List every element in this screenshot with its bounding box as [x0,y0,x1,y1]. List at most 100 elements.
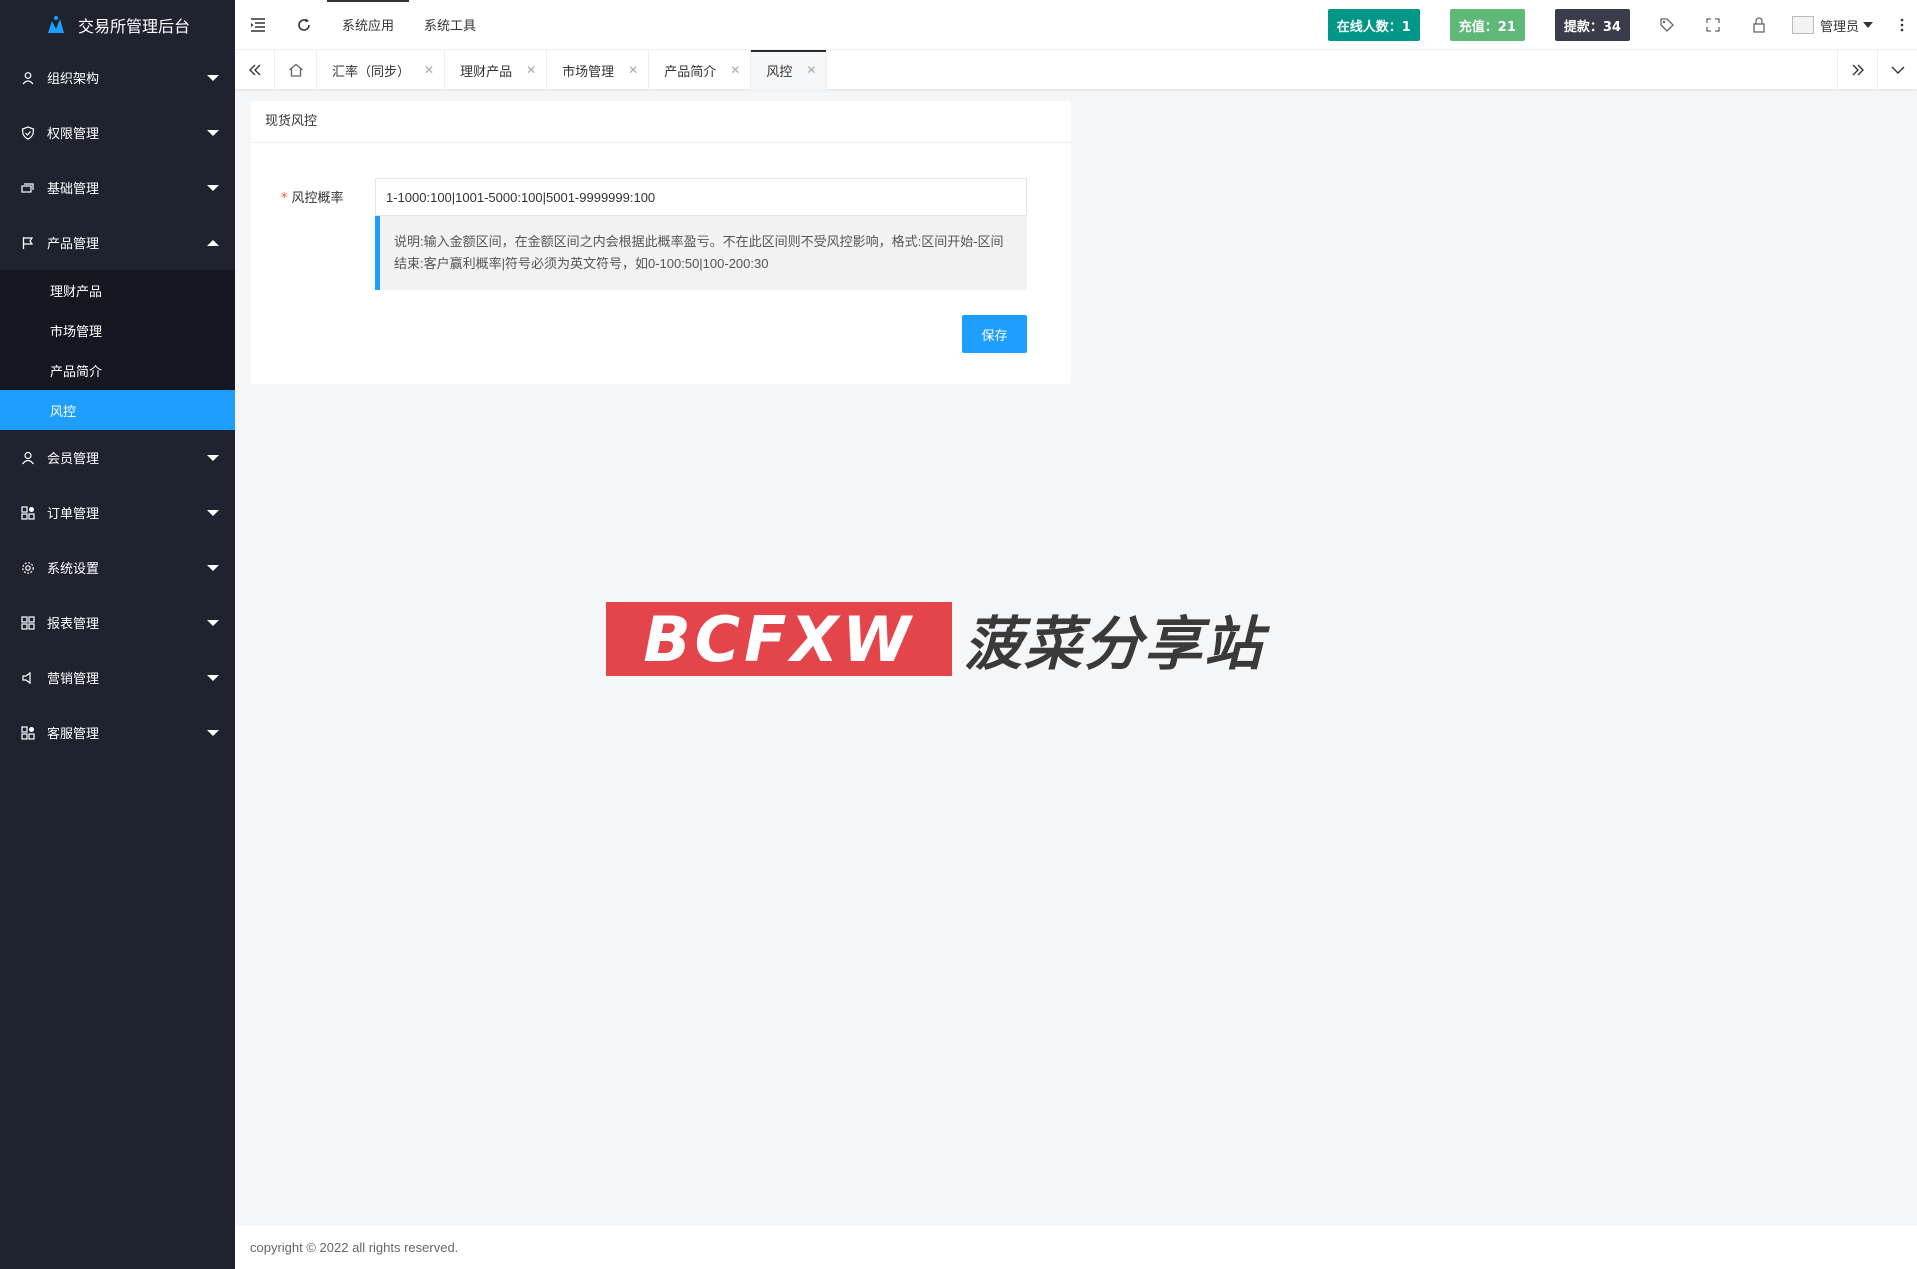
sidebar: 交易所管理后台 组织架构 权限管理 基础管理 产品管理 理财产品 市场管理 产品… [0,0,235,1269]
caret-down-icon [1863,22,1873,28]
field-tip: 说明:输入金额区间，在金额区间之内会根据此概率盈亏。不在此区间则不受风控影响，格… [375,216,1027,290]
chevron-down-icon [207,130,219,136]
sidebar-item-service[interactable]: 客服管理 [0,705,235,760]
tab-market[interactable]: 市场管理 ✕ [547,50,650,90]
risk-control-card: 现货风控 *风控概率 说明:输入金额区间，在金额区间之内会根据此概率盈亏。不在此… [251,101,1071,384]
field-label-text: 风控概率 [291,191,344,206]
tab-label: 汇率（同步） [332,64,411,80]
sidebar-item-label: 系统设置 [47,562,100,577]
chevron-down-icon [207,510,219,516]
recharge-badge[interactable]: 充值：21 [1449,9,1525,41]
tag-icon[interactable] [1644,0,1690,50]
online-count-badge[interactable]: 在线人数：1 [1327,9,1420,41]
tab-finance-product[interactable]: 理财产品 ✕ [445,50,548,90]
speaker-icon [20,670,36,686]
tab-bar: 汇率（同步） ✕ 理财产品 ✕ 市场管理 ✕ 产品简介 ✕ 风控 ✕ [235,50,1917,90]
grid-icon [20,615,36,631]
close-icon[interactable]: ✕ [424,63,434,77]
nav-system-tools[interactable]: 系统工具 [409,0,491,50]
sidebar-item-label: 基础管理 [47,182,100,197]
chevron-down-icon [207,730,219,736]
subitem-label: 理财产品 [50,284,103,300]
subitem-label: 风控 [50,404,77,420]
copyright-text: copyright © 2022 all rights reserved. [250,1240,459,1255]
sidebar-subitem-intro[interactable]: 产品简介 [0,350,235,390]
nav-system-apps[interactable]: 系统应用 [327,0,410,50]
tab-label: 风控 [766,64,793,80]
close-icon[interactable]: ✕ [806,63,816,77]
close-icon[interactable]: ✕ [526,63,536,77]
save-button[interactable]: 保存 [962,315,1027,353]
sidebar-item-org[interactable]: 组织架构 [0,50,235,105]
tabs-scroll-left-icon[interactable] [235,50,275,90]
sidebar-item-product[interactable]: 产品管理 [0,215,235,270]
user-group-icon [20,70,36,86]
tab-risk-control[interactable]: 风控 ✕ [751,50,828,90]
menu-toggle-icon[interactable] [235,0,281,50]
risk-probability-input[interactable] [375,178,1027,216]
chevron-down-icon [207,620,219,626]
sidebar-item-basic[interactable]: 基础管理 [0,160,235,215]
close-icon[interactable]: ✕ [730,63,740,77]
brand[interactable]: 交易所管理后台 [0,0,235,50]
sidebar-subitem-market[interactable]: 市场管理 [0,310,235,350]
stack-icon [20,180,36,196]
sidebar-item-settings[interactable]: 系统设置 [0,540,235,595]
chevron-up-icon [207,240,219,246]
refresh-icon[interactable] [281,0,327,50]
tabs: 汇率（同步） ✕ 理财产品 ✕ 市场管理 ✕ 产品简介 ✕ 风控 ✕ [275,50,828,90]
withdraw-badge[interactable]: 提款：34 [1554,9,1630,41]
tab-exchange-rate[interactable]: 汇率（同步） ✕ [317,50,446,90]
subitem-label: 市场管理 [50,324,103,340]
nav-label: 系统工具 [424,19,477,34]
close-icon[interactable]: ✕ [628,63,638,77]
home-icon[interactable] [275,50,317,90]
sidebar-item-label: 订单管理 [47,507,100,522]
sidebar-item-label: 权限管理 [47,127,100,142]
tab-bar-right [1837,50,1917,90]
tab-product-intro[interactable]: 产品简介 ✕ [649,50,752,90]
chevron-down-icon [207,75,219,81]
apps-icon [20,725,36,741]
subitem-label: 产品简介 [50,364,103,380]
sidebar-item-report[interactable]: 报表管理 [0,595,235,650]
footer: copyright © 2022 all rights reserved. [235,1226,1917,1269]
chevron-down-icon [207,565,219,571]
apps-icon [20,505,36,521]
app-title: 交易所管理后台 [78,17,191,36]
sidebar-item-marketing[interactable]: 营销管理 [0,650,235,705]
nav-label: 系统应用 [342,19,395,34]
sidebar-item-permission[interactable]: 权限管理 [0,105,235,160]
tab-label: 理财产品 [460,64,513,80]
chevron-down-icon [207,185,219,191]
avatar [1791,16,1814,34]
sidebar-item-label: 组织架构 [47,72,100,87]
gear-icon [20,560,36,576]
sidebar-item-order[interactable]: 订单管理 [0,485,235,540]
sidebar-item-label: 产品管理 [47,237,100,252]
sidebar-subitem-risk[interactable]: 风控 [0,390,235,430]
fullscreen-icon[interactable] [1690,0,1736,50]
watermark-logo: BCFXW [606,602,952,676]
watermark: BCFXW 菠菜分享站 [606,597,1264,681]
tabs-dropdown-icon[interactable] [1877,50,1917,90]
sidebar-item-member[interactable]: 会员管理 [0,430,235,485]
sidebar-subitem-finance[interactable]: 理财产品 [0,270,235,310]
tab-label: 市场管理 [562,64,615,80]
sidebar-item-label: 客服管理 [47,727,100,742]
shield-icon [20,125,36,141]
user-menu[interactable]: 管理员 [1782,0,1887,50]
logo-icon [44,13,68,37]
more-icon[interactable] [1887,0,1917,50]
header-right: 在线人数：1 充值：21 提款：34 管理员 [1327,0,1917,50]
chevron-down-icon [207,455,219,461]
top-header: 系统应用 系统工具 在线人数：1 充值：21 提款：34 管理员 [235,0,1917,50]
watermark-text: 菠菜分享站 [964,610,1265,678]
user-name: 管理员 [1819,19,1859,35]
tabs-scroll-right-icon[interactable] [1837,50,1877,90]
sidebar-item-label: 营销管理 [47,672,100,687]
chevron-down-icon [207,675,219,681]
sidebar-item-label: 会员管理 [47,452,100,467]
lock-icon[interactable] [1736,0,1782,50]
sidebar-item-label: 报表管理 [47,617,100,632]
